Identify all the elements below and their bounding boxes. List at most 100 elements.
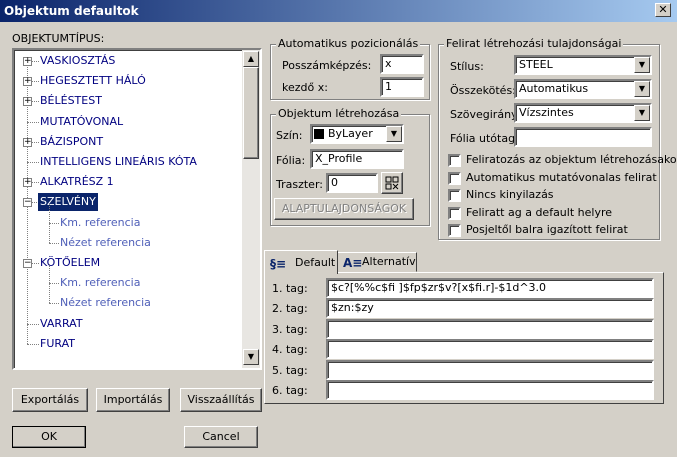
tree-item[interactable]: + ALKATRÉSZ 1 [14, 173, 240, 191]
ok-button[interactable]: OK [12, 426, 86, 448]
tree-child-item[interactable]: Km. referencia [14, 203, 240, 232]
tree-branch-line [49, 223, 50, 243]
close-window-button[interactable]: ✕ [655, 3, 671, 17]
expand-icon[interactable]: + [23, 77, 32, 87]
export-button[interactable]: Exportálás [12, 388, 88, 412]
pos-numbering-input[interactable]: x [380, 54, 424, 74]
object-type-tree[interactable]: + VASKIOSZTÁS + HEGESZTETT HÁLÓ + BÉLÉSTEST MU… [12, 48, 262, 370]
collapse-icon[interactable]: − [23, 198, 32, 208]
tag-input[interactable] [326, 380, 654, 400]
start-x-label: kezdő x: [282, 81, 328, 94]
option-checkbox[interactable] [448, 154, 461, 167]
tree-item-label: Km. referencia [60, 276, 141, 290]
expand-icon[interactable]: + [23, 137, 32, 147]
link-value: Automatikus [519, 82, 589, 95]
tree-item-label: INTELLIGENS LINEÁRIS KÓTA [40, 155, 197, 168]
tree-item-label: Nézet referencia [60, 235, 151, 249]
tree-item[interactable]: FURAT [14, 335, 240, 353]
import-button[interactable]: Importálás [96, 388, 170, 412]
chevron-down-icon[interactable]: ▼ [634, 105, 650, 121]
style-value: STEEL [519, 58, 553, 71]
start-x-input[interactable]: 1 [380, 77, 424, 97]
text-direction-select[interactable]: Vízszintes ▼ [514, 103, 652, 123]
tree-item-label: VARRAT [40, 316, 83, 330]
label-options: Feliratozás az objektum létrehozásakor Au… [446, 152, 677, 238]
tree-item[interactable]: VARRAT [14, 315, 240, 333]
link-select[interactable]: Automatikus ▼ [514, 79, 652, 99]
option-checkbox[interactable] [448, 224, 461, 237]
tree-scrollbar[interactable]: ▲ ▼ [242, 50, 260, 368]
tab-default[interactable]: §≡ Default [264, 250, 338, 274]
raster-label: Traszter: [276, 178, 323, 191]
text-style-icon: A≡ [343, 256, 363, 270]
tag-label: 4. tag: [272, 343, 308, 357]
option-checkbox[interactable] [448, 206, 461, 220]
reset-button[interactable]: Visszaállítás [180, 388, 262, 412]
option-checkbox[interactable] [448, 189, 461, 202]
pos-numbering-label: Posszámképzés: [282, 59, 372, 72]
tree-content: + VASKIOSZTÁS + HEGESZTETT HÁLÓ + BÉLÉSTEST MU… [14, 50, 242, 368]
chevron-down-icon[interactable]: ▼ [386, 126, 402, 142]
tag-input[interactable] [326, 318, 654, 339]
tree-item[interactable]: + VASKIOSZTÁS [14, 52, 240, 70]
tab-default-label: Default [295, 256, 336, 269]
expand-icon[interactable]: + [23, 97, 32, 107]
tree-branch-line [49, 203, 50, 223]
tag-input[interactable] [326, 339, 654, 360]
tree-item[interactable]: + BÉLÉSTEST [14, 92, 240, 110]
tag-label: 6. tag: [272, 384, 308, 397]
chevron-down-icon[interactable]: ▼ [634, 57, 650, 73]
tab-alternative[interactable]: A≡ Alternatív [337, 252, 417, 272]
expand-icon[interactable]: + [23, 57, 32, 66]
option-checkbox[interactable] [448, 171, 461, 185]
tag-input[interactable]: $c?[%%c$fi ]$fp$zr$v?[x$fi.r]-$1d^3.0 [326, 278, 654, 298]
style-select[interactable]: STEEL ▼ [514, 55, 652, 75]
link-label: Összekötés: [450, 84, 516, 97]
tree-branch-line [49, 284, 50, 304]
tree-branch-line [49, 264, 50, 284]
tree-child-item[interactable]: Nézet referencia [14, 223, 240, 252]
scroll-down-button[interactable]: ▼ [243, 349, 259, 365]
option-label: Feliratt ag a default helyre [466, 205, 613, 219]
raster-input[interactable]: 0 [326, 173, 378, 193]
tree-item[interactable]: INTELLIGENS LINEÁRIS KÓTA [14, 153, 240, 171]
tree-child-item[interactable]: Nézet referencia [14, 284, 240, 312]
color-swatch [314, 129, 324, 139]
option-label: Automatikus mutatóvonalas felirat [466, 170, 657, 184]
tree-item[interactable]: MUTATÓVONAL [14, 113, 240, 131]
tree-item-label: HEGESZTETT HÁLÓ [40, 74, 146, 88]
text-direction-label: Szövegirány [450, 108, 518, 121]
tree-item-label: SZELVÉNY [38, 193, 98, 212]
tree-item-label: FURAT [40, 336, 75, 350]
collapse-icon[interactable]: − [23, 259, 32, 268]
tree-item[interactable]: − SZELVÉNY [14, 193, 240, 212]
color-select[interactable]: ByLayer ▼ [310, 124, 404, 144]
tag-label: 2. tag: [272, 302, 308, 316]
tree-item-label: BÉLÉSTEST [40, 94, 102, 108]
scroll-thumb[interactable] [243, 67, 259, 159]
raster-pick-button[interactable] [381, 172, 403, 194]
grid-pick-icon [385, 176, 399, 190]
option-label: Feliratozás az objektum létrehozásakor [466, 153, 677, 166]
scroll-up-button[interactable]: ▲ [243, 51, 259, 67]
tree-item-label: ALKATRÉSZ 1 [40, 175, 114, 189]
tag-input[interactable]: $zn:$zy [326, 298, 654, 319]
tree-item[interactable]: + HEGESZTETT HÁLÓ [14, 72, 240, 90]
cancel-button[interactable]: Cancel [184, 426, 258, 448]
tab-alternative-label: Alternatív [362, 255, 416, 268]
title-bar: Objektum defaultok [0, 0, 677, 22]
layer-suffix-input[interactable] [514, 127, 652, 147]
color-label: Szín: [276, 129, 303, 142]
window-title: Objektum defaultok [4, 4, 139, 18]
layer-input[interactable]: X_Profile [310, 149, 404, 169]
tag-input[interactable] [326, 359, 654, 380]
tree-child-item[interactable]: Km. referencia [14, 264, 240, 292]
tree-item[interactable]: − KÖTŐELEM [14, 254, 240, 272]
base-properties-button[interactable]: ALAPTULAJDONSÁGOK [274, 198, 414, 220]
tree-item[interactable]: + BÁZISPONT [14, 133, 240, 151]
auto-position-legend: Automatikus pozicionálás [276, 37, 421, 50]
layer-label: Fólia: [276, 154, 306, 167]
color-value: ByLayer [328, 127, 373, 140]
expand-icon[interactable]: + [23, 178, 32, 188]
chevron-down-icon[interactable]: ▼ [634, 81, 650, 97]
